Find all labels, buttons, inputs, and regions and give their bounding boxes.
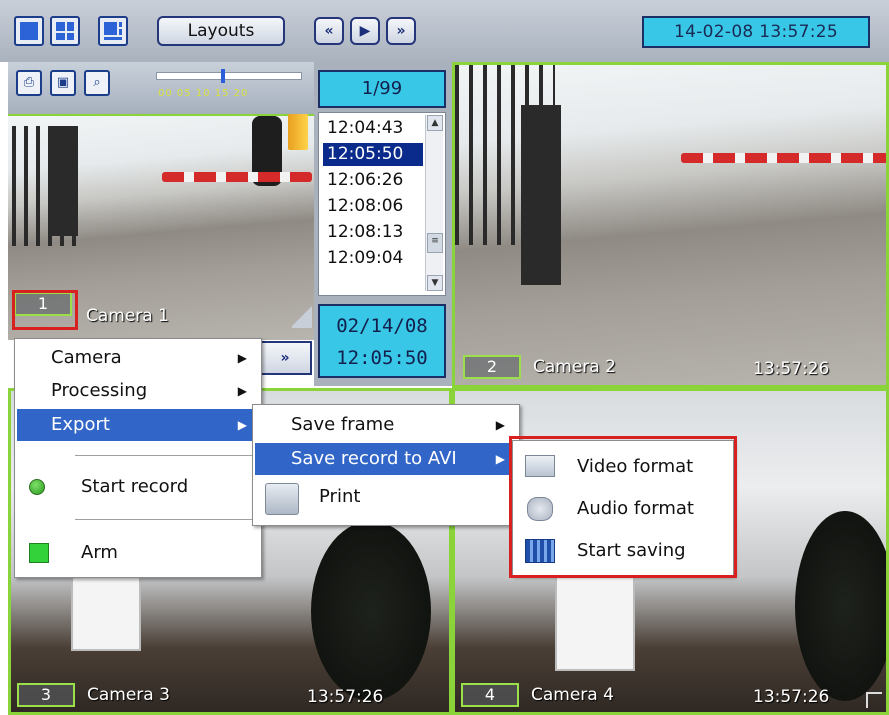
menu-item-arm[interactable]: Arm: [17, 535, 259, 571]
menu-separator: [75, 519, 255, 520]
barrier-image: [681, 153, 886, 163]
speaker-icon[interactable]: [288, 114, 308, 150]
printer-icon: [265, 483, 299, 515]
rewind-button[interactable]: «: [314, 17, 344, 45]
gate-post-image: [52, 126, 78, 236]
export-submenu: Save frame ▶ Save record to AVI ▶ Print: [252, 404, 520, 526]
list-item[interactable]: 12:04:43: [323, 117, 423, 140]
menu-item-label: Arm: [81, 542, 118, 563]
menu-item-label: Start record: [81, 476, 189, 497]
menu-item-processing[interactable]: Processing ▶: [17, 375, 259, 407]
submenu-arrow-icon: ▶: [237, 418, 247, 432]
play-button[interactable]: ▶: [350, 17, 380, 45]
camera-name-label: Camera 4: [531, 685, 614, 705]
list-item[interactable]: 12:09:04: [323, 247, 423, 270]
multi-view-icon: [104, 22, 122, 40]
time-scale-slider[interactable]: [156, 69, 302, 83]
camera-number-badge[interactable]: 2: [463, 355, 521, 379]
slider-thumb[interactable]: [221, 69, 225, 83]
plant-image: [311, 521, 431, 701]
plant-image: [795, 511, 886, 701]
save-icon[interactable]: ▣: [50, 70, 76, 96]
camera-2-view[interactable]: 2 Camera 2 13:57:26: [452, 62, 889, 388]
menu-item-camera[interactable]: Camera ▶: [17, 342, 259, 374]
list-scrollbar[interactable]: ▲ ≡ ▼: [425, 115, 443, 291]
menu-item-label: Processing: [51, 380, 148, 401]
submenu-arrow-icon: ▶: [237, 384, 247, 398]
forward-button[interactable]: »: [386, 17, 416, 45]
record-time-list: 12:04:43 12:05:50 12:06:26 12:08:06 12:0…: [318, 112, 446, 296]
submenu-arrow-icon: ▶: [237, 351, 247, 365]
menu-item-export[interactable]: Export ▶: [17, 409, 259, 441]
quad-view-icon: [56, 22, 74, 40]
archive-time: 12:05:50: [336, 347, 428, 369]
layouts-button[interactable]: Layouts: [157, 16, 285, 46]
list-item[interactable]: 12:06:26: [323, 169, 423, 192]
camera-number-badge[interactable]: 3: [17, 683, 75, 707]
top-toolbar: Layouts « ▶ » 14-02-08 13:57:25: [0, 0, 889, 62]
list-item[interactable]: 12:08:06: [323, 195, 423, 218]
menu-item-save-frame[interactable]: Save frame ▶: [255, 409, 517, 441]
menu-item-label: Print: [319, 486, 361, 507]
resize-corner-icon[interactable]: [290, 306, 312, 328]
menu-item-label: Save frame: [291, 414, 395, 435]
archive-forward-button[interactable]: »: [258, 341, 312, 375]
context-menu: Camera ▶ Processing ▶ Export ▶ Start rec…: [14, 338, 262, 578]
camera-name-label: Camera 1: [86, 306, 169, 326]
archive-side-panel: 1/99 12:04:43 12:05:50 12:06:26 12:08:06…: [314, 62, 452, 386]
resize-corner-icon[interactable]: [866, 692, 882, 708]
menu-item-label: Export: [51, 414, 110, 435]
menu-item-label: Camera: [51, 347, 122, 368]
menu-item-print[interactable]: Print: [255, 479, 517, 519]
scroll-thumb[interactable]: ≡: [427, 233, 443, 253]
archive-datetime: 02/14/08 12:05:50: [318, 304, 446, 378]
scale-labels: 00 05 10 15 20: [158, 88, 249, 99]
camera-time-label: 13:57:26: [753, 687, 830, 707]
menu-separator: [75, 455, 255, 456]
camera-name-label: Camera 3: [87, 685, 170, 705]
camera-time-label: 13:57:26: [307, 687, 384, 707]
highlight-frame: [509, 436, 737, 578]
layout-single-button[interactable]: [14, 16, 44, 46]
highlight-frame: [12, 290, 78, 330]
single-view-icon: [20, 22, 38, 40]
record-counter: 1/99: [318, 70, 446, 108]
submenu-arrow-icon: ▶: [495, 452, 505, 466]
scroll-down-icon[interactable]: ▼: [427, 275, 443, 291]
search-icon[interactable]: ⌕: [84, 70, 110, 96]
list-item[interactable]: 12:08:13: [323, 221, 423, 244]
green-circle-icon: [29, 479, 45, 495]
menu-item-save-record-avi[interactable]: Save record to AVI ▶: [255, 443, 517, 475]
scroll-up-icon[interactable]: ▲: [427, 115, 443, 131]
archive-date: 02/14/08: [336, 315, 428, 337]
system-clock: 14-02-08 13:57:25: [642, 16, 870, 48]
menu-item-label: Save record to AVI: [291, 448, 457, 469]
camera-name-label: Camera 2: [533, 357, 616, 377]
print-icon[interactable]: ⎙: [16, 70, 42, 96]
submenu-arrow-icon: ▶: [495, 418, 505, 432]
camera-time-label: 13:57:26: [753, 359, 830, 379]
menu-item-start-record[interactable]: Start record: [17, 469, 259, 505]
green-square-icon: [29, 543, 49, 563]
archive-control-bar: ⎙ ▣ ⌕ 00 05 10 15 20: [8, 62, 314, 114]
camera-number-badge[interactable]: 4: [461, 683, 519, 707]
list-item[interactable]: 12:05:50: [323, 143, 423, 166]
gate-post-image: [521, 105, 561, 285]
barrier-image: [162, 172, 312, 182]
layout-multi-button[interactable]: [98, 16, 128, 46]
layout-quad-button[interactable]: [50, 16, 80, 46]
